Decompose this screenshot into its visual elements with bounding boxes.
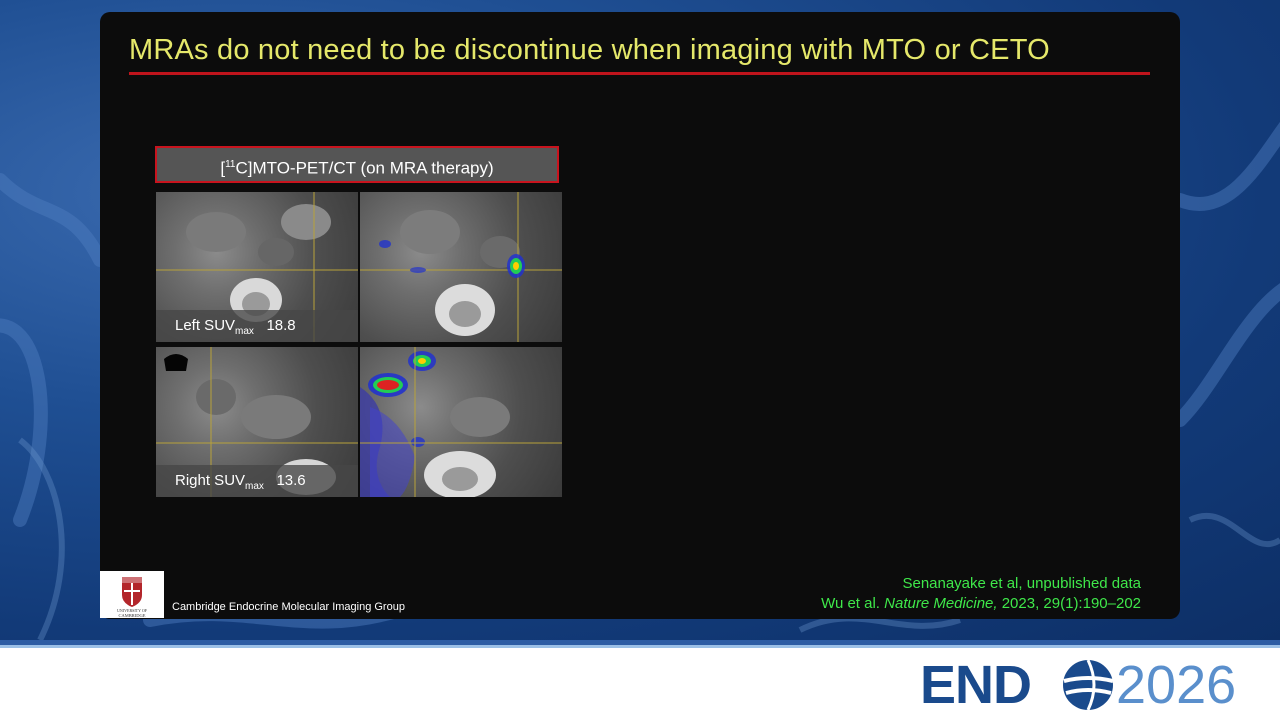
left-suv-label: Left SUVmax 18.8 [156, 310, 358, 342]
reference-line-2: Wu et al. Nature Medicine, 2023, 29(1):1… [821, 595, 1141, 612]
right-suv-label: Right SUVmax 13.6 [156, 465, 358, 497]
right-suv-label-main: Right SUV [175, 472, 246, 489]
title-underline [129, 72, 1150, 75]
right-suv-label-sub: max [245, 481, 264, 492]
right-suv-value: 13.6 [276, 472, 306, 489]
reference-line-2-suffix: 2023, 29(1):190–202 [997, 595, 1141, 612]
panel-header-text: C]MTO-PET/CT (on MRA therapy) [235, 158, 494, 178]
petct-scan-right-bottom [360, 347, 562, 497]
group-caption: Cambridge Endocrine Molecular Imaging Gr… [172, 601, 405, 613]
reference-line-2-prefix: Wu et al. [821, 595, 885, 612]
scan-panel-header: [11C]MTO-PET/CT (on MRA therapy) [155, 146, 559, 183]
left-suv-spacer [254, 317, 267, 334]
petct-scan-right-top [360, 192, 562, 342]
university-of-cambridge-logo: UNIVERSITY OF CAMBRIDGE [100, 571, 164, 618]
globe-icon [1063, 659, 1114, 711]
slide-title: MRAs do not need to be discontinue when … [129, 34, 1050, 66]
endo-logo-text: END [920, 655, 1032, 715]
left-suv-value: 18.8 [266, 317, 296, 334]
endo-2026-logo: END 2026 [920, 655, 1270, 715]
panel-header-superscript: 11 [225, 159, 236, 170]
left-suv-label-sub: max [235, 326, 254, 337]
left-suv-label-main: Left SUV [175, 317, 236, 334]
ct-scan-left-top: Left SUVmax 18.8 [156, 192, 358, 342]
year-text: 2026 [1116, 655, 1237, 715]
slide-panel: MRAs do not need to be discontinue when … [100, 12, 1180, 619]
reference-journal: Nature Medicine, [884, 595, 998, 612]
right-suv-spacer [264, 472, 277, 489]
svg-text:CAMBRIDGE: CAMBRIDGE [118, 613, 145, 618]
ct-scan-left-bottom: Right SUVmax 13.6 [156, 347, 358, 497]
reference-line-1: Senanayake et al, unpublished data [902, 575, 1141, 592]
